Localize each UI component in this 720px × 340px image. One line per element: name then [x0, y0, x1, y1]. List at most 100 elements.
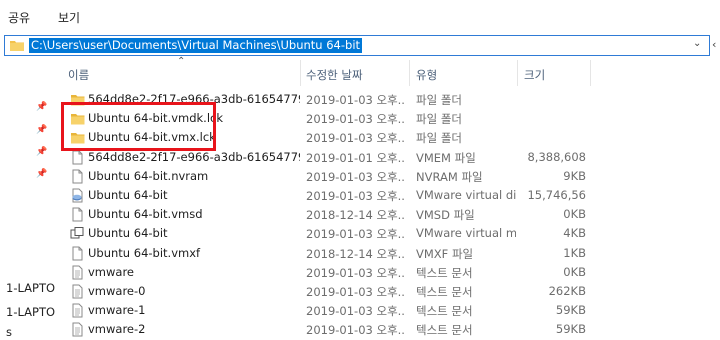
file-icon [70, 207, 85, 222]
file-date: 2019-01-03 오후... [306, 323, 406, 338]
text-file-icon [70, 303, 85, 318]
nav-item-s[interactable]: s [6, 325, 12, 339]
address-extra: ‹ [712, 38, 717, 51]
file-name: Ubuntu 64-bit [88, 188, 168, 202]
nav-item-laptop[interactable]: 1-LAPTO [6, 281, 55, 295]
pin-icon: 📌 [36, 169, 48, 179]
address-bar[interactable]: C:\Users\user\Documents\Virtual Machines… [4, 35, 710, 56]
file-size: 59KB [555, 322, 586, 337]
file-icon [70, 169, 85, 184]
folder-icon [70, 92, 85, 107]
file-date: 2019-01-03 오후... [306, 285, 406, 299]
file-name: Ubuntu 64-bit.vmsd [88, 207, 203, 222]
file-type: VMware virtual m... [416, 226, 516, 241]
file-row[interactable]: Ubuntu 64-bit.vmxf 2018-12-14 오후... VMXF 파… [60, 244, 720, 263]
column-type[interactable]: 유형 [416, 67, 437, 83]
column-size[interactable]: 크기 [524, 67, 545, 83]
vmdk-icon [70, 188, 85, 203]
pin-icon: 📌 [36, 125, 48, 135]
file-type: 텍스트 문서 [416, 285, 473, 299]
pin-icon: 📌 [36, 102, 48, 112]
file-name: vmware-1 [88, 303, 146, 318]
file-date: 2019-01-03 오후... [306, 93, 406, 107]
file-name: vmware-2 [88, 322, 146, 337]
file-row[interactable]: 564dd8e2-2f17-e966-a3db-616547796... 2019… [60, 90, 720, 109]
file-row[interactable]: vmware-1 2019-01-03 오후... 텍스트 문서 59KB [60, 301, 720, 320]
file-row[interactable]: vmware-2 2019-01-03 오후... 텍스트 문서 59KB [60, 320, 720, 339]
file-name: Ubuntu 64-bit.vmxf [88, 245, 201, 260]
file-type: VMEM 파일 [416, 150, 476, 165]
file-name: vmware [88, 264, 135, 279]
chevron-down-icon[interactable]: ⌄ [693, 38, 701, 49]
column-separator[interactable] [517, 60, 518, 86]
file-date: 2018-12-14 오후... [306, 208, 406, 223]
file-type: VMSD 파일 [416, 208, 475, 223]
tab-view[interactable]: 보기 [58, 9, 80, 26]
file-size: 59KB [555, 303, 586, 318]
file-size: 9KB [563, 168, 586, 183]
file-type: VMXF 파일 [416, 246, 474, 261]
file-row[interactable]: 564dd8e2-2f17-e966-a3db-616547796... 2019… [60, 148, 720, 167]
file-date: 2019-01-03 오후... [306, 112, 406, 127]
file-size: 0KB [563, 264, 586, 279]
file-name: Ubuntu 64-bit.vmx.lck [88, 130, 216, 145]
file-row[interactable]: vmware-0 2019-01-03 오후... 텍스트 문서 262KB [60, 282, 720, 301]
column-date[interactable]: 수정한 날짜 [306, 67, 363, 83]
column-separator[interactable] [409, 60, 410, 86]
file-row[interactable]: Ubuntu 64-bit.vmsd 2018-12-14 오후... VMSD 파… [60, 205, 720, 224]
file-date: 2019-01-03 오후... [306, 131, 406, 146]
sort-ascending-icon: ⌃ [177, 56, 186, 67]
file-date: 2019-01-03 오후... [306, 189, 406, 203]
text-file-icon [70, 284, 85, 299]
column-separator[interactable] [300, 60, 301, 86]
address-path[interactable]: C:\Users\user\Documents\Virtual Machines… [29, 38, 363, 53]
file-row[interactable]: vmware 2019-01-03 오후... 텍스트 문서 0KB [60, 263, 720, 282]
file-name: 564dd8e2-2f17-e966-a3db-616547796... [88, 92, 300, 106]
file-size: 262KB [548, 284, 586, 298]
file-size: 0KB [563, 207, 586, 222]
file-row[interactable]: Ubuntu 64-bit.nvram 2019-01-03 오후... NVRAM… [60, 167, 720, 186]
file-size: 4KB [563, 226, 586, 241]
file-name: 564dd8e2-2f17-e966-a3db-616547796... [88, 149, 300, 164]
file-type: 텍스트 문서 [416, 323, 473, 338]
folder-icon [70, 111, 85, 126]
file-type: 파일 폴더 [416, 112, 462, 127]
file-date: 2019-01-03 오후... [306, 169, 406, 184]
file-row[interactable]: Ubuntu 64-bit.vmx.lck 2019-01-03 오후... 파일 … [60, 128, 720, 147]
file-name: Ubuntu 64-bit.nvram [88, 168, 209, 183]
file-name: vmware-0 [88, 284, 146, 298]
file-date: 2019-01-01 오후... [306, 150, 406, 165]
pin-icon: 📌 [36, 147, 48, 157]
file-date: 2019-01-03 오후... [306, 304, 406, 319]
file-row[interactable]: Ubuntu 64-bit 2019-01-03 오후... VMware virt… [60, 186, 720, 205]
column-header: 이름 수정한 날짜 유형 크기 [60, 60, 720, 86]
file-size: 1KB [563, 245, 586, 260]
file-type: 파일 폴더 [416, 131, 462, 146]
text-file-icon [70, 322, 85, 337]
file-type: NVRAM 파일 [416, 169, 483, 184]
file-size: 15,746,56 [527, 188, 586, 202]
file-type: VMware virtual di... [416, 188, 516, 202]
file-name: Ubuntu 64-bit [88, 226, 168, 241]
file-date: 2018-12-14 오후... [306, 246, 406, 261]
vmx-icon [70, 226, 85, 241]
file-size: 8,388,608 [527, 149, 586, 164]
folder-icon [70, 130, 85, 145]
file-icon [70, 246, 85, 261]
file-type: 텍스트 문서 [416, 265, 473, 280]
navigation-pane: 📌 📌 📌 📌 1-LAPTO 1-LAPTO s [0, 60, 60, 340]
file-icon [70, 150, 85, 165]
file-row[interactable]: Ubuntu 64-bit 2019-01-03 오후... VMware virt… [60, 224, 720, 243]
file-row[interactable]: Ubuntu 64-bit.vmdk.lck 2019-01-03 오후... 파일… [60, 109, 720, 128]
nav-item-laptop[interactable]: 1-LAPTO [6, 305, 55, 319]
file-type: 파일 폴더 [416, 93, 462, 107]
column-separator[interactable] [590, 60, 591, 86]
column-name[interactable]: 이름 [68, 67, 89, 83]
file-type: 텍스트 문서 [416, 304, 473, 319]
file-date: 2019-01-03 오후... [306, 265, 406, 280]
folder-icon [10, 41, 24, 51]
file-date: 2019-01-03 오후... [306, 227, 406, 242]
file-name: Ubuntu 64-bit.vmdk.lck [88, 111, 223, 126]
text-file-icon [70, 265, 85, 280]
tab-share[interactable]: 공유 [8, 9, 30, 26]
